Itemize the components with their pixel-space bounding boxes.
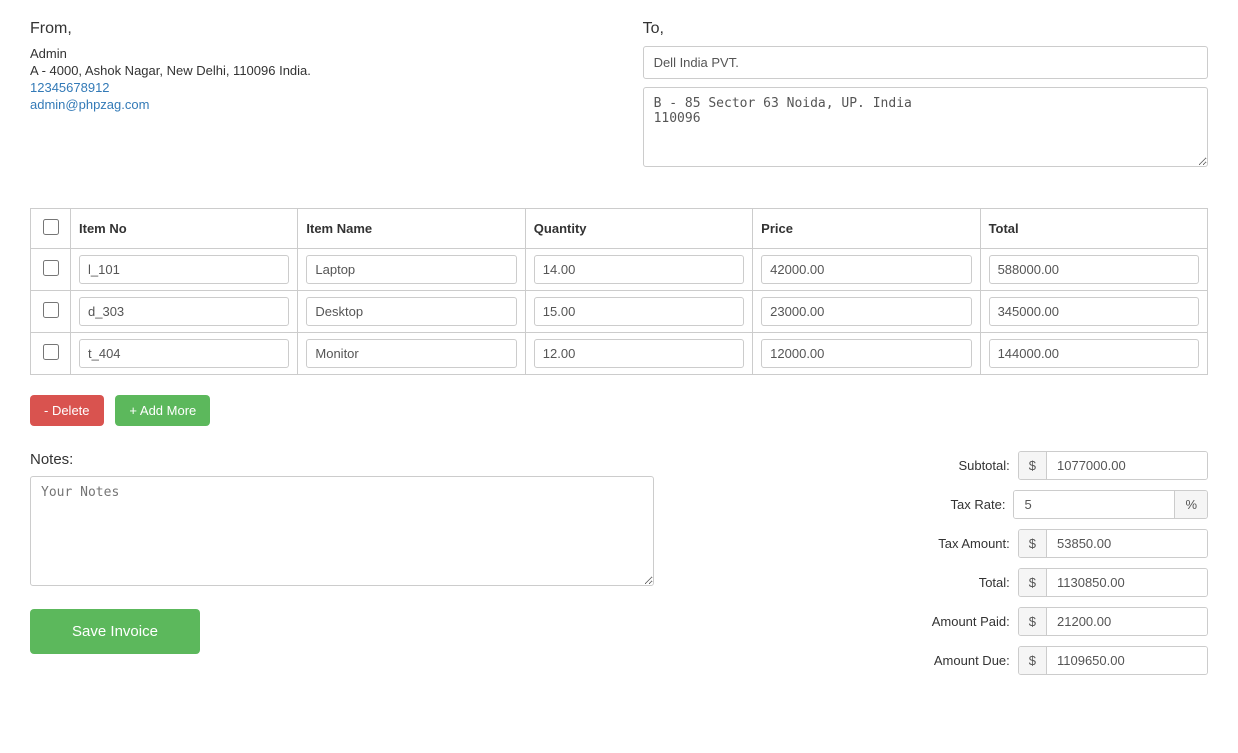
to-address-input[interactable]: B - 85 Sector 63 Noida, UP. India 110096 — [643, 87, 1208, 167]
add-more-button[interactable]: + Add More — [115, 395, 210, 426]
from-address: A - 4000, Ashok Nagar, New Delhi, 110096… — [30, 63, 595, 78]
amount-due-input-group: $ — [1018, 646, 1208, 675]
tax-amount-input[interactable] — [1047, 530, 1207, 557]
amount-paid-input-group: $ — [1018, 607, 1208, 636]
row-item-name-input-1[interactable] — [306, 297, 516, 326]
row-checkbox-1[interactable] — [43, 302, 59, 318]
notes-section: Notes: Save Invoice — [30, 451, 654, 654]
row-item-name-input-2[interactable] — [306, 339, 516, 368]
tax-amount-input-group: $ — [1018, 529, 1208, 558]
amount-paid-row: Amount Paid: $ — [701, 607, 1208, 636]
tax-amount-label: Tax Amount: — [890, 536, 1010, 551]
row-price-input-0[interactable] — [761, 255, 971, 284]
row-total-input-1[interactable] — [989, 297, 1199, 326]
row-checkbox-0[interactable] — [43, 260, 59, 276]
row-total-cell — [980, 291, 1207, 333]
total-currency-symbol: $ — [1019, 569, 1047, 596]
total-input[interactable] — [1047, 569, 1207, 596]
amount-paid-currency-symbol: $ — [1019, 608, 1047, 635]
amount-due-currency-symbol: $ — [1019, 647, 1047, 674]
row-checkbox-2[interactable] — [43, 344, 59, 360]
tax-rate-input-group: % — [1013, 490, 1208, 519]
subtotal-row: Subtotal: $ — [701, 451, 1208, 480]
subtotal-input[interactable] — [1047, 452, 1207, 479]
row-item-no-cell — [71, 333, 298, 375]
row-item-name-input-0[interactable] — [306, 255, 516, 284]
to-company-input[interactable] — [643, 46, 1208, 79]
amount-due-row: Amount Due: $ — [701, 646, 1208, 675]
row-checkbox-cell — [31, 249, 71, 291]
header-item-no: Item No — [71, 209, 298, 249]
row-item-no-input-1[interactable] — [79, 297, 289, 326]
row-item-no-input-0[interactable] — [79, 255, 289, 284]
amount-due-label: Amount Due: — [890, 653, 1010, 668]
table-row — [31, 333, 1208, 375]
tax-rate-row: Tax Rate: % — [701, 490, 1208, 519]
header-price: Price — [753, 209, 980, 249]
row-total-cell — [980, 333, 1207, 375]
row-item-no-cell — [71, 291, 298, 333]
table-header-row: Item No Item Name Quantity Price Total — [31, 209, 1208, 249]
select-all-checkbox[interactable] — [43, 219, 59, 235]
row-quantity-input-2[interactable] — [534, 339, 744, 368]
row-item-name-cell — [298, 333, 525, 375]
subtotal-input-group: $ — [1018, 451, 1208, 480]
row-quantity-cell — [525, 291, 752, 333]
row-item-no-input-2[interactable] — [79, 339, 289, 368]
row-quantity-input-1[interactable] — [534, 297, 744, 326]
tax-rate-input[interactable] — [1014, 491, 1174, 518]
header-total: Total — [980, 209, 1207, 249]
total-input-group: $ — [1018, 568, 1208, 597]
total-label: Total: — [890, 575, 1010, 590]
from-label: From, — [30, 20, 595, 38]
header-item-name: Item Name — [298, 209, 525, 249]
save-invoice-button[interactable]: Save Invoice — [30, 609, 200, 654]
from-section: From, Admin A - 4000, Ashok Nagar, New D… — [30, 20, 595, 178]
row-item-name-cell — [298, 249, 525, 291]
header-checkbox-col — [31, 209, 71, 249]
to-label: To, — [643, 20, 1208, 38]
row-total-input-2[interactable] — [989, 339, 1199, 368]
to-section: To, B - 85 Sector 63 Noida, UP. India 11… — [643, 20, 1208, 178]
row-quantity-cell — [525, 249, 752, 291]
header-quantity: Quantity — [525, 209, 752, 249]
action-buttons: - Delete + Add More — [30, 395, 1208, 426]
row-price-cell — [753, 249, 980, 291]
row-checkbox-cell — [31, 291, 71, 333]
row-total-input-0[interactable] — [989, 255, 1199, 284]
amount-paid-label: Amount Paid: — [890, 614, 1010, 629]
row-item-no-cell — [71, 249, 298, 291]
subtotal-currency-symbol: $ — [1019, 452, 1047, 479]
row-item-name-cell — [298, 291, 525, 333]
row-quantity-input-0[interactable] — [534, 255, 744, 284]
invoice-table: Item No Item Name Quantity Price Total — [30, 208, 1208, 375]
tax-amount-row: Tax Amount: $ — [701, 529, 1208, 558]
row-checkbox-cell — [31, 333, 71, 375]
from-name: Admin — [30, 46, 595, 61]
tax-rate-label: Tax Rate: — [885, 497, 1005, 512]
tax-rate-percent-symbol: % — [1174, 491, 1207, 518]
tax-amount-currency-symbol: $ — [1019, 530, 1047, 557]
row-total-cell — [980, 249, 1207, 291]
row-quantity-cell — [525, 333, 752, 375]
table-row — [31, 291, 1208, 333]
amount-due-input[interactable] — [1047, 647, 1207, 674]
row-price-cell — [753, 333, 980, 375]
table-row — [31, 249, 1208, 291]
from-email: admin@phpzag.com — [30, 97, 595, 112]
delete-button[interactable]: - Delete — [30, 395, 104, 426]
row-price-cell — [753, 291, 980, 333]
notes-textarea[interactable] — [30, 476, 654, 586]
from-phone: 12345678912 — [30, 80, 595, 95]
notes-label: Notes: — [30, 451, 654, 468]
row-price-input-2[interactable] — [761, 339, 971, 368]
subtotal-label: Subtotal: — [890, 458, 1010, 473]
totals-section: Subtotal: $ Tax Rate: % Tax Amount: $ To… — [701, 451, 1208, 685]
total-row: Total: $ — [701, 568, 1208, 597]
row-price-input-1[interactable] — [761, 297, 971, 326]
amount-paid-input[interactable] — [1047, 608, 1207, 635]
